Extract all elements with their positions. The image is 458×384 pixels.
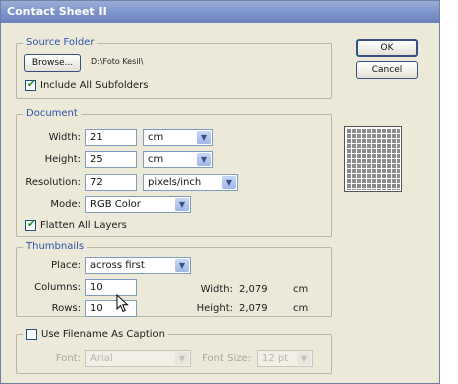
height-input[interactable]: 25 [85,151,137,168]
width-unit-select[interactable]: cm ▼ [143,129,213,146]
document-legend: Document [23,108,81,119]
use-filename-caption-label: Use Filename As Caption [41,329,165,340]
thumb-height-value: 2,079 [239,303,268,314]
height-label: Height: [44,154,81,165]
font-label: Font: [55,353,81,364]
thumb-height-label: Height: [196,303,233,314]
layout-preview [344,126,402,192]
width-label: Width: [48,132,81,143]
chevron-down-icon[interactable]: ▼ [175,198,189,211]
chevron-down-icon[interactable]: ▼ [197,131,211,144]
thumb-width-value: 2,079 [239,284,268,295]
chevron-down-icon[interactable]: ▼ [175,352,189,365]
title-bar[interactable]: Contact Sheet II [1,1,439,23]
columns-label: Columns: [34,282,81,293]
font-size-select[interactable]: 12 pt ▼ [257,350,313,367]
thumb-height-unit: cm [293,303,309,314]
mode-select[interactable]: RGB Color ▼ [85,196,191,213]
width-unit-value: cm [148,132,164,143]
mode-value: RGB Color [90,199,141,210]
resolution-input[interactable]: 72 [85,174,137,191]
thumbnail-grid-preview [346,128,400,190]
thumb-width-unit: cm [293,284,309,295]
browse-button[interactable]: Browse... [24,54,81,72]
check-icon: ✔ [27,219,36,230]
font-select[interactable]: Arial ▼ [85,350,191,367]
cancel-button[interactable]: Cancel [356,61,418,79]
mouse-cursor-icon [116,294,129,313]
chevron-down-icon[interactable]: ▼ [297,352,311,365]
flatten-layers-label: Flatten All Layers [40,220,127,231]
resolution-unit-select[interactable]: pixels/inch ▼ [143,174,238,191]
dialog-title: Contact Sheet II [7,5,107,18]
font-size-value: 12 pt [262,353,289,364]
include-subfolders-checkbox[interactable]: ✔ Include All Subfolders [25,79,149,91]
chevron-down-icon[interactable]: ▼ [222,176,236,189]
include-subfolders-box[interactable]: ✔ [25,79,36,91]
resolution-unit-value: pixels/inch [148,177,202,188]
height-unit-value: cm [148,154,164,165]
rows-label: Rows: [51,303,81,314]
source-folder-legend: Source Folder [23,37,98,48]
font-size-label: Font Size: [202,353,251,364]
flatten-layers-checkbox[interactable]: ✔ Flatten All Layers [25,219,127,231]
font-value: Arial [90,353,113,364]
chevron-down-icon[interactable]: ▼ [197,153,211,166]
thumb-width-label: Width: [200,284,233,295]
place-select[interactable]: across first ▼ [85,257,191,274]
contact-sheet-dialog: Contact Sheet II Source Folder Browse...… [0,0,440,384]
chevron-down-icon[interactable]: ▼ [175,259,189,272]
mode-label: Mode: [50,199,81,210]
source-folder-path: D:\Foto Kesil\ [91,57,144,66]
use-filename-caption-box[interactable] [26,329,37,340]
use-filename-caption-checkbox[interactable]: Use Filename As Caption [23,329,168,340]
width-input[interactable]: 21 [85,129,137,146]
place-value: across first [90,260,145,271]
check-icon: ✔ [27,79,36,90]
thumbnails-legend: Thumbnails [23,241,88,252]
ok-button[interactable]: OK [356,39,418,57]
resolution-label: Resolution: [25,177,81,188]
flatten-layers-box[interactable]: ✔ [25,219,36,231]
height-unit-select[interactable]: cm ▼ [143,151,213,168]
place-label: Place: [51,260,81,271]
include-subfolders-label: Include All Subfolders [40,80,149,91]
